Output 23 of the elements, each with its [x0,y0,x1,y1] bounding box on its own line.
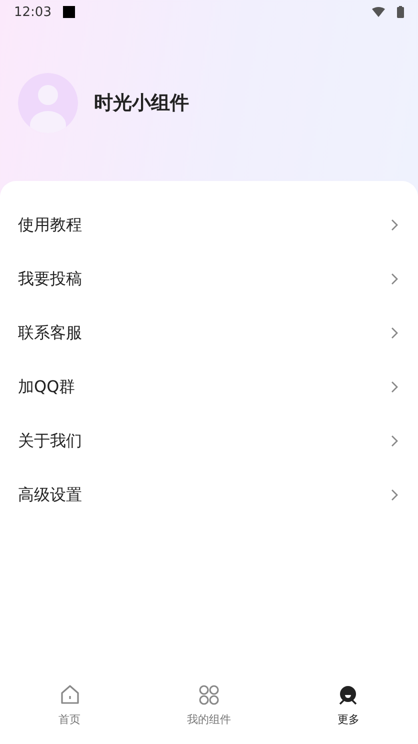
menu-item[interactable]: 关于我们 [0,414,418,468]
menu-item[interactable]: 加QQ群 [0,360,418,414]
chevron-icon [391,219,398,231]
nav-tab[interactable]: 更多 [278,676,418,744]
menu-item[interactable]: 使用教程 [0,198,418,252]
menu-item[interactable]: 我要投稿 [0,252,418,306]
menu-item[interactable]: 高级设置 [0,468,418,522]
chevron-icon [391,381,398,393]
chevron-icon [391,435,398,447]
chevron-icon [391,327,398,339]
widgets-icon [198,684,220,706]
notification-icon [63,6,76,18]
nav-tab[interactable]: 首页 [0,676,140,744]
nav-tab[interactable]: 我的组件 [139,676,279,744]
wifi-icon [372,7,385,17]
menu-item[interactable]: 联系客服 [0,306,418,360]
chevron-icon [391,273,398,285]
battery-icon [397,6,404,18]
profile-icon [337,684,360,706]
profile-name: 时光小组件 [94,90,189,116]
home-icon [58,684,81,706]
status-time: 12:03 [14,4,52,20]
chevron-icon [391,489,398,501]
